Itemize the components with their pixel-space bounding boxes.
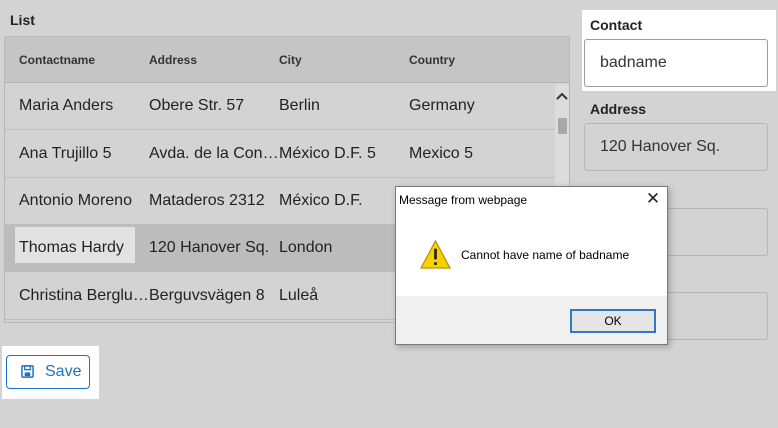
cell-city: Berlin [279,97,320,114]
column-header-country[interactable]: Country [409,53,455,67]
cell-country: Germany [409,97,475,114]
message-dialog: Message from webpage ✕ Cannot have name … [395,186,668,345]
cell-city: México D.F. 5 [279,145,376,162]
table-row[interactable]: Maria Anders Obere Str. 57 Berlin German… [5,83,555,130]
ok-button[interactable]: OK [570,309,656,333]
dialog-message: Cannot have name of badname [461,248,630,262]
cell-contactname: Christina Berglund [19,287,149,304]
cell-address: Avda. de la Constitución 2222 [149,145,279,162]
cell-address: Berguvsvägen 8 [149,287,265,304]
cell-city: London [279,239,333,256]
cell-address: Obere Str. 57 [149,97,245,114]
address-label: Address [590,101,647,117]
list-title: List [10,12,35,28]
scrollbar-thumb[interactable] [558,118,567,134]
column-header-city[interactable]: City [279,53,302,67]
dialog-title: Message from webpage [399,193,528,207]
contact-input[interactable]: badname [584,39,768,87]
cell-contactname: Maria Anders [19,97,114,114]
cell-address: 120 Hanover Sq. [149,239,270,256]
cell-city: Luleå [279,287,319,304]
cell-contactname: Thomas Hardy [19,239,124,256]
save-label: Save [45,363,82,380]
close-icon[interactable]: ✕ [643,189,663,209]
address-input[interactable]: 120 Hanover Sq. [584,123,768,171]
scroll-up-arrow-icon[interactable] [555,90,569,104]
contact-label: Contact [590,17,643,33]
dialog-footer: OK [396,296,667,344]
warning-icon [419,239,452,269]
table-row[interactable]: Ana Trujillo 5 Avda. de la Constitución … [5,131,555,178]
cell-city: México D.F. [279,192,363,209]
floppy-disk-icon [21,365,34,378]
cell-address: Mataderos 2312 [149,192,265,209]
cell-contactname: Antonio Moreno [19,192,132,209]
cell-contactname: Ana Trujillo 5 [19,145,112,162]
column-header-address[interactable]: Address [149,53,197,67]
column-header-contactname[interactable]: Contactname [19,53,95,67]
cell-country: Mexico 5 [409,145,474,162]
grid-header: Contactname Address City Country [5,37,569,83]
save-button[interactable]: Save [6,355,90,389]
